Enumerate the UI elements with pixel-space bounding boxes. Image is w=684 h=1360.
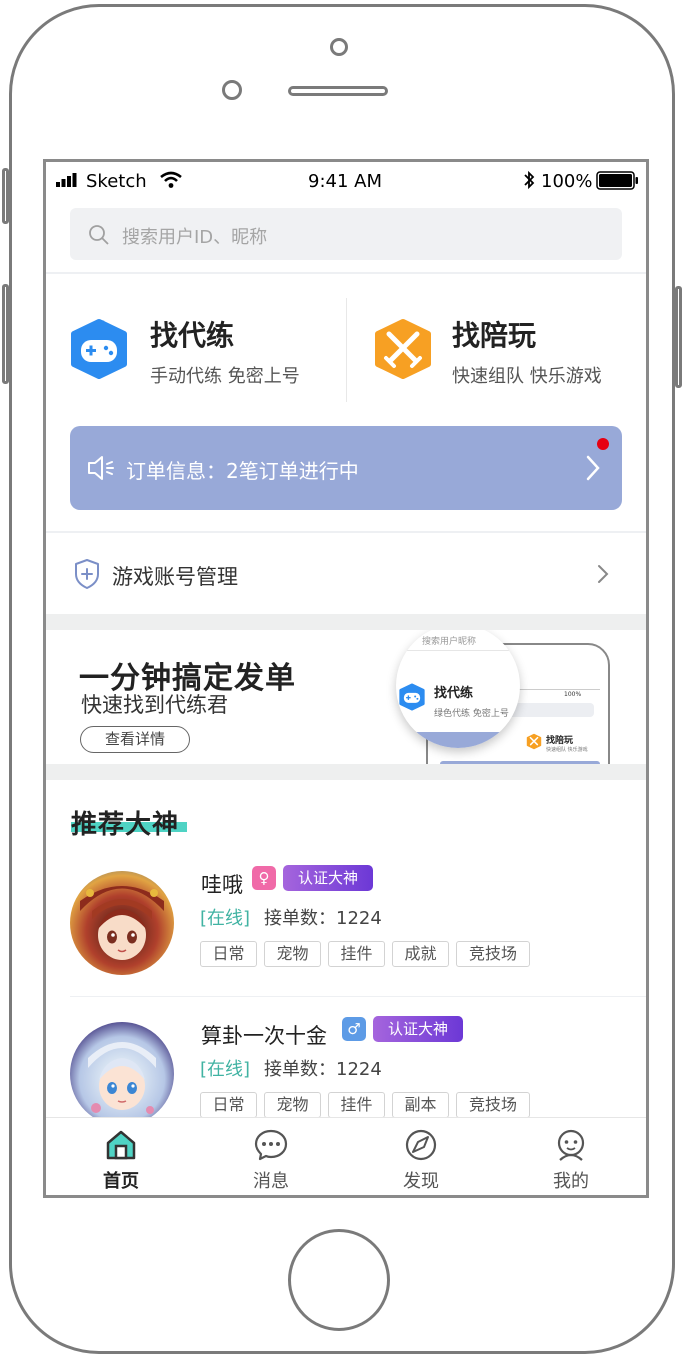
order-info-banner[interactable]: 订单信息：2笔订单进行中 <box>70 426 622 510</box>
search-input[interactable]: 搜索用户ID、昵称 <box>70 208 622 260</box>
tag: 日常 <box>200 1092 257 1118</box>
avatar[interactable] <box>70 871 174 975</box>
avatar[interactable] <box>70 1022 174 1118</box>
clock: 9:41 AM <box>308 171 382 192</box>
tab-discover[interactable]: 发现 <box>346 1118 496 1195</box>
status-bar: Sketch 9:41 AM 100% <box>46 162 646 200</box>
list-item[interactable]: 算卦一次十金 ♂ 认证大神 [在线] 接单数：1224 日常 宠物 挂件 副本 … <box>46 1000 646 1118</box>
gamepad-icon <box>399 683 425 711</box>
username: 算卦一次十金 <box>201 1024 327 1048</box>
discover-icon <box>405 1129 437 1161</box>
carrier-name: Sketch <box>86 171 147 192</box>
tab-messages[interactable]: 消息 <box>196 1118 346 1195</box>
verified-badge: 认证大神 <box>373 1016 463 1042</box>
section-gap <box>46 764 646 780</box>
tag: 宠物 <box>264 941 321 967</box>
service-subtitle: 手动代练 免密上号 <box>150 366 300 387</box>
search-icon <box>89 225 109 245</box>
magnifier-banner <box>396 732 520 748</box>
search-placeholder: 搜索用户ID、昵称 <box>122 227 268 248</box>
tab-label: 首页 <box>103 1171 139 1192</box>
tag: 副本 <box>392 1092 449 1118</box>
tab-label: 我的 <box>553 1171 589 1192</box>
volume-button <box>2 284 9 384</box>
tag: 宠物 <box>264 1092 321 1118</box>
tag: 挂件 <box>328 1092 385 1118</box>
username: 哇哦 <box>201 873 243 897</box>
tab-profile[interactable]: 我的 <box>496 1118 646 1195</box>
section-gap <box>46 614 646 630</box>
service-title: 找代练 <box>150 319 235 352</box>
bluetooth-icon <box>524 170 535 190</box>
sensor <box>222 80 242 100</box>
mini-battery-text: 100% <box>564 691 582 698</box>
find-booster-card[interactable]: 找代练 手动代练 免密上号 <box>46 276 346 406</box>
magnifier-card-subtitle: 绿色代练 免密上号 <box>434 709 509 719</box>
chat-bubble-icon <box>254 1129 288 1161</box>
speaker-icon <box>88 456 114 480</box>
male-icon: ♂ <box>342 1017 366 1041</box>
power-button <box>675 286 682 388</box>
mini-service-title: 找陪玩 <box>546 736 574 746</box>
verified-badge: 认证大神 <box>283 865 373 891</box>
find-companion-card[interactable]: 找陪玩 快速组队 快乐游戏 <box>347 276 646 406</box>
online-status: [在线] <box>200 908 251 929</box>
earpiece-speaker <box>288 86 388 96</box>
crossed-swords-icon <box>526 733 542 750</box>
tag: 竞技场 <box>456 1092 530 1118</box>
view-details-button[interactable]: 查看详情 <box>80 726 190 753</box>
service-subtitle: 快速组队 快乐游戏 <box>452 366 602 387</box>
service-title: 找陪玩 <box>452 319 537 352</box>
tag: 竞技场 <box>456 941 530 967</box>
divider <box>46 272 646 274</box>
tab-label: 消息 <box>253 1171 289 1192</box>
notification-dot <box>597 438 609 450</box>
front-camera <box>330 38 348 56</box>
section-title: 推荐大神 <box>71 810 180 840</box>
tab-label: 发现 <box>403 1171 439 1192</box>
online-status: [在线] <box>200 1059 251 1080</box>
magnifier-card-title: 找代练 <box>434 686 474 701</box>
order-count: 接单数：1224 <box>264 1059 382 1080</box>
gamepad-icon <box>71 319 127 379</box>
mute-switch <box>2 168 9 224</box>
order-count: 接单数：1224 <box>264 908 382 929</box>
battery-percent: 100% <box>541 171 593 192</box>
magnifier-search-hint: 搜索用户昵称 <box>422 637 477 647</box>
account-management-label: 游戏账号管理 <box>112 565 238 589</box>
game-account-management-row[interactable]: 游戏账号管理 <box>46 532 646 614</box>
app-screen: Sketch 9:41 AM 100% 搜索用户ID、昵称 找代练 手动代练 免… <box>43 159 649 1198</box>
tag: 日常 <box>200 941 257 967</box>
battery-icon <box>596 171 638 190</box>
tab-home[interactable]: 首页 <box>46 1118 196 1195</box>
order-info-text: 订单信息：2笔订单进行中 <box>126 459 359 483</box>
avatar-illustration <box>88 1042 156 1114</box>
tag: 挂件 <box>328 941 385 967</box>
signal-icon <box>56 173 77 187</box>
bottom-tab-bar: 首页 消息 发现 我的 <box>46 1117 646 1195</box>
avatar-illustration <box>80 886 164 960</box>
home-button[interactable] <box>288 1229 390 1331</box>
shield-icon <box>75 559 99 589</box>
female-icon: ♀ <box>252 866 276 890</box>
divider <box>70 996 646 997</box>
tag: 成就 <box>392 941 449 967</box>
home-icon <box>106 1130 136 1160</box>
chevron-right-icon <box>586 455 600 481</box>
list-item[interactable]: 哇哦 ♀ 认证大神 [在线] 接单数：1224 日常 宠物 挂件 成就 竞技场 <box>46 852 646 998</box>
crossed-swords-icon <box>375 319 431 379</box>
mini-service-subtitle: 快速组队 快乐游戏 <box>546 747 588 753</box>
profile-icon <box>557 1129 585 1161</box>
promo-subtitle: 快速找到代练君 <box>81 693 228 717</box>
chevron-right-icon <box>598 565 609 583</box>
wifi-icon <box>160 171 182 188</box>
magnifier-divider <box>396 650 520 651</box>
